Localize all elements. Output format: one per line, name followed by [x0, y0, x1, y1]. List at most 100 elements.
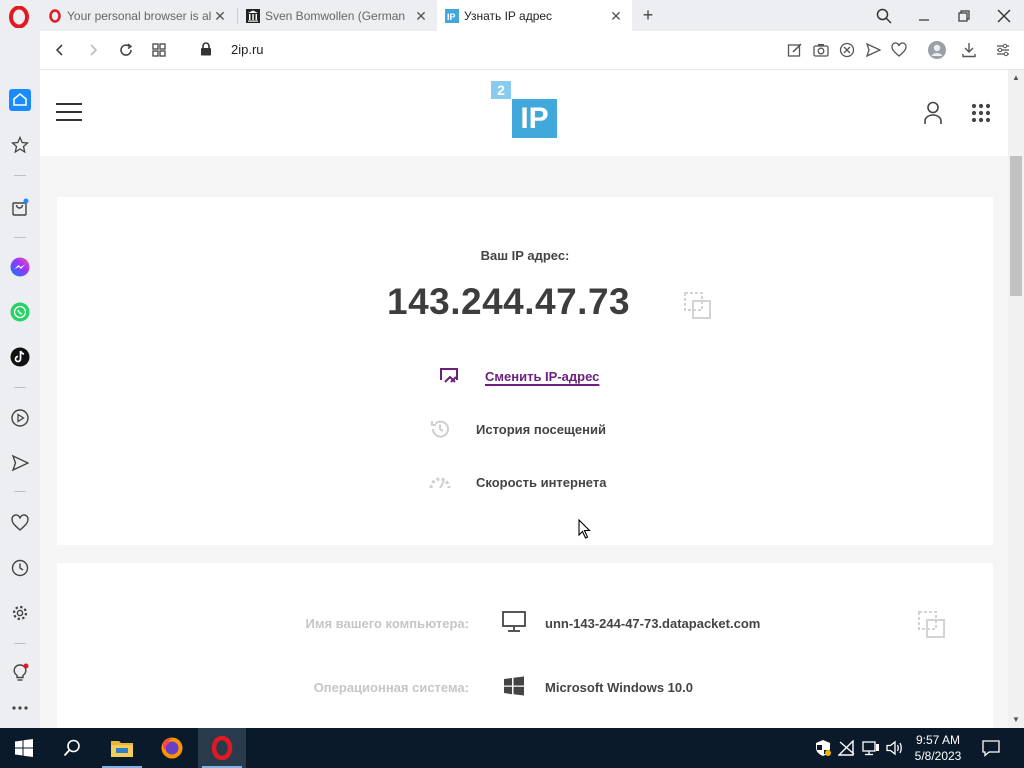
title-bar: Your personal browser is al ✕ Sven Bomwo… [0, 0, 1024, 31]
folder-icon [111, 741, 133, 757]
windows-icon [501, 673, 527, 699]
sidebar [0, 31, 40, 728]
ethernet-icon[interactable] [862, 739, 880, 757]
os-value: Microsoft Windows 10.0 [545, 680, 693, 695]
monitor-icon [501, 609, 527, 635]
internet-speed-link[interactable]: Скорость интернета [428, 470, 606, 494]
scroll-up-icon[interactable]: ▲ [1011, 73, 1021, 83]
reload-icon [120, 43, 133, 56]
heart-icon[interactable] [9, 512, 31, 534]
change-ip-label[interactable]: Сменить IP-адрес [485, 369, 599, 384]
forward-button[interactable] [81, 39, 105, 61]
connection-info-card: Имя вашего компьютера: unn-143-244-47-73… [57, 563, 993, 728]
tiktok-icon[interactable] [9, 346, 31, 368]
profile-avatar-icon[interactable] [927, 40, 947, 60]
ad-block-icon[interactable] [837, 40, 857, 60]
restore-icon [958, 9, 970, 22]
hamburger-menu-icon[interactable] [56, 102, 82, 122]
more-options-icon[interactable] [9, 697, 31, 719]
new-tab-button[interactable]: + [638, 5, 658, 25]
2ip-favicon-icon: IP [445, 8, 459, 23]
site-header: 2 IP [40, 70, 1008, 156]
logo-text: IP [512, 99, 557, 138]
visit-history-label[interactable]: История посещений [476, 422, 606, 437]
minimize-icon [919, 18, 929, 21]
heart-icon[interactable] [889, 40, 909, 60]
visit-history-link[interactable]: История посещений [428, 417, 606, 441]
start-button[interactable] [0, 728, 48, 768]
edit-icon[interactable] [785, 40, 805, 60]
tabs-overview-button[interactable] [147, 39, 171, 61]
tab-personal-browser[interactable]: Your personal browser is al ✕ [40, 0, 236, 31]
url-field[interactable]: 2ip.ru [231, 42, 264, 57]
close-tab-icon[interactable]: ✕ [212, 8, 228, 24]
network-status-icon[interactable] [838, 739, 856, 757]
forward-arrow-icon [90, 44, 98, 56]
site-logo[interactable]: 2 IP [491, 81, 558, 139]
apps-grid-icon[interactable] [971, 103, 991, 123]
camera-icon[interactable] [811, 40, 831, 60]
search-tabs-button[interactable] [864, 0, 904, 31]
lock-icon[interactable] [200, 42, 212, 56]
file-explorer-button[interactable] [98, 728, 146, 768]
scroll-down-icon[interactable]: ▼ [1011, 715, 1021, 725]
close-tab-icon[interactable]: ✕ [413, 8, 429, 24]
shopping-bag-icon[interactable] [9, 196, 31, 218]
tab-title: Sven Bomwollen (German [265, 8, 406, 23]
back-button[interactable] [48, 39, 72, 61]
volume-icon[interactable] [886, 739, 904, 757]
close-window-button[interactable] [984, 0, 1024, 31]
clock-time: 9:57 AM [915, 733, 961, 747]
os-label: Операционная система: [313, 680, 469, 695]
star-icon[interactable] [9, 134, 31, 156]
firefox-icon [161, 737, 183, 759]
internet-speed-label[interactable]: Скорость интернета [476, 475, 606, 490]
reload-button[interactable] [114, 39, 138, 61]
notifications-icon[interactable] [982, 739, 1000, 757]
easy-setup-icon[interactable] [993, 40, 1013, 60]
address-bar: 2ip.ru [40, 31, 1024, 70]
page-scrollbar[interactable]: ▲ ▼ [1008, 70, 1024, 728]
messenger-icon[interactable] [9, 256, 31, 278]
close-icon [997, 9, 1011, 22]
history-icon [428, 417, 452, 441]
home-icon[interactable] [9, 89, 31, 111]
search-icon [876, 8, 892, 24]
search-icon [63, 739, 80, 757]
opera-menu-icon[interactable] [8, 6, 30, 28]
search-button[interactable] [48, 728, 96, 768]
whatsapp-icon[interactable] [9, 301, 31, 323]
tab-title: Your personal browser is al [67, 8, 212, 23]
history-clock-icon[interactable] [9, 557, 31, 579]
tab-sven-bomwollen[interactable]: Sven Bomwollen (German ✕ [238, 0, 437, 31]
opera-favicon-icon [49, 8, 61, 23]
page-content: 2 IP Ваш IP адрес: 143.244.47.73 Сменить… [40, 70, 1008, 728]
windows-logo-icon [15, 739, 33, 757]
clock-date: 5/8/2023 [914, 749, 962, 763]
change-ip-link[interactable]: Сменить IP-адрес [437, 364, 599, 388]
logo-badge: 2 [491, 81, 511, 99]
user-account-icon[interactable] [923, 101, 943, 125]
send-icon[interactable] [863, 40, 883, 60]
copy-hostname-icon[interactable] [918, 611, 946, 639]
minimize-button[interactable] [904, 0, 944, 31]
settings-gear-icon[interactable] [9, 602, 31, 624]
opera-button[interactable] [198, 728, 246, 768]
scroll-thumb[interactable] [1010, 156, 1022, 296]
firefox-button[interactable] [148, 728, 196, 768]
tab-2ip-active[interactable]: IP Узнать IP адрес ✕ [437, 0, 632, 31]
windows-taskbar: 9:57 AM 5/8/2023 [0, 728, 1024, 768]
security-shield-icon[interactable] [814, 739, 832, 757]
player-icon[interactable] [9, 407, 31, 429]
ip-card: Ваш IP адрес: 143.244.47.73 Сменить IP-а… [57, 197, 993, 545]
change-ip-icon [437, 364, 461, 388]
send-icon[interactable] [9, 452, 31, 474]
copy-ip-icon[interactable] [684, 292, 712, 320]
restore-button[interactable] [944, 0, 984, 31]
system-clock[interactable]: 9:57 AM 5/8/2023 [905, 732, 971, 764]
lightbulb-icon[interactable] [9, 662, 31, 684]
opera-icon [211, 736, 233, 760]
close-tab-icon[interactable]: ✕ [608, 8, 624, 24]
tab-title: Узнать IP адрес [464, 8, 553, 23]
download-icon[interactable] [959, 40, 979, 60]
